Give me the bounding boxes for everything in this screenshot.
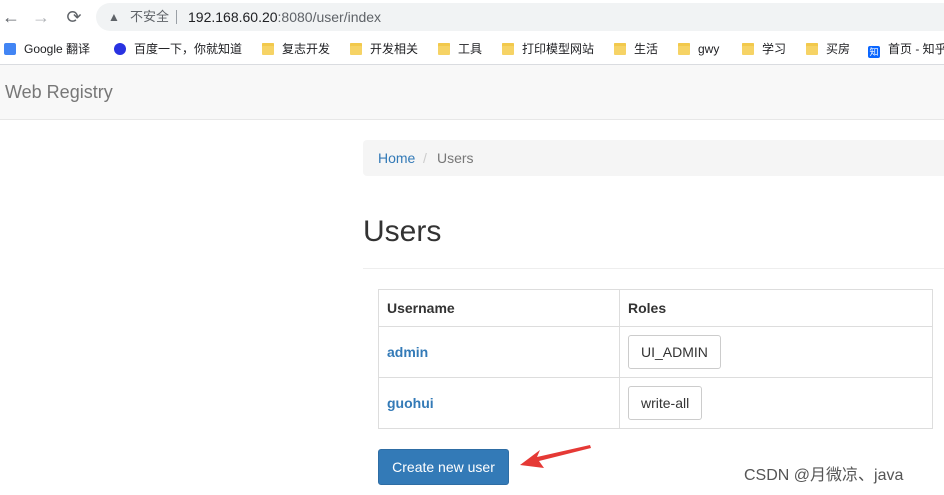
- folder-icon: [438, 43, 450, 55]
- google-translate-icon: [4, 43, 16, 55]
- bookmark-label: 打印模型网站: [522, 42, 595, 56]
- title-divider: [363, 268, 944, 269]
- bookmark-label: 学习: [762, 42, 787, 56]
- table-row: admin UI_ADMIN: [378, 326, 933, 378]
- bookmarks-bar: Google 翻译 百度一下，你就知道 复志开发 开发相关 工具 打印模型网站 …: [0, 34, 944, 65]
- back-icon[interactable]: ←: [0, 6, 22, 28]
- navbar-brand[interactable]: Web Registry: [5, 65, 113, 119]
- bookmark-folder-fuzhi[interactable]: 复志开发: [262, 40, 330, 58]
- folder-icon: [350, 43, 362, 55]
- bookmark-label: 开发相关: [370, 42, 419, 56]
- bookmark-folder-tools[interactable]: 工具: [438, 40, 482, 58]
- address-bar[interactable]: ▲ 不安全 192.168.60.20:8080/user/index: [96, 3, 944, 31]
- breadcrumb: Home / Users: [363, 140, 944, 176]
- bookmark-label: gwy: [698, 42, 720, 56]
- table-row: guohui write-all: [378, 377, 933, 429]
- bookmark-label: 复志开发: [282, 42, 331, 56]
- baidu-paw-icon: [114, 43, 126, 55]
- bookmark-label: 百度一下，你就知道: [134, 42, 243, 56]
- roles-cell: UI_ADMIN: [619, 326, 933, 378]
- create-new-user-button[interactable]: Create new user: [378, 449, 509, 485]
- breadcrumb-home-link[interactable]: Home: [378, 140, 415, 176]
- user-link-guohui[interactable]: guohui: [387, 395, 434, 411]
- table-header-row: Username Roles: [378, 289, 933, 327]
- not-secure-warning-icon[interactable]: ▲: [108, 3, 120, 31]
- folder-icon: [262, 43, 274, 55]
- folder-icon: [806, 43, 818, 55]
- role-button-write-all[interactable]: write-all: [628, 386, 703, 420]
- username-cell: admin: [378, 326, 620, 378]
- browser-toolbar: ← → ⟳ ▲ 不安全 192.168.60.20:8080/user/inde…: [0, 0, 944, 34]
- role-button-ui-admin[interactable]: UI_ADMIN: [628, 335, 721, 369]
- bookmark-folder-life[interactable]: 生活: [614, 40, 658, 58]
- bookmark-label: 首页 - 知乎: [888, 42, 944, 56]
- username-cell: guohui: [378, 377, 620, 429]
- reload-icon[interactable]: ⟳: [63, 6, 85, 28]
- bookmark-folder-gwy[interactable]: gwy: [678, 40, 719, 58]
- url-host: 192.168.60.20: [188, 9, 278, 25]
- bookmark-folder-dev[interactable]: 开发相关: [350, 40, 418, 58]
- roles-cell: write-all: [619, 377, 933, 429]
- users-table: Username Roles admin UI_ADMIN guohui wri…: [378, 289, 933, 429]
- bookmark-baidu[interactable]: 百度一下，你就知道: [114, 40, 242, 58]
- bookmark-google-translate[interactable]: Google 翻译: [4, 40, 90, 58]
- url-path: :8080/user/index: [277, 9, 382, 25]
- folder-icon: [502, 43, 514, 55]
- bookmark-folder-print-models[interactable]: 打印模型网站: [502, 40, 594, 58]
- column-header-username: Username: [378, 289, 620, 327]
- bookmark-folder-house[interactable]: 买房: [806, 40, 850, 58]
- folder-icon: [614, 43, 626, 55]
- bookmark-label: Google 翻译: [24, 42, 91, 56]
- breadcrumb-current: Users: [437, 150, 474, 166]
- bookmark-label: 工具: [458, 42, 483, 56]
- url-text[interactable]: 192.168.60.20:8080/user/index: [188, 3, 381, 31]
- red-arrow-annotation-icon: [520, 445, 591, 468]
- bookmark-zhihu[interactable]: 知首页 - 知乎: [868, 40, 944, 58]
- breadcrumb-separator: /: [423, 150, 427, 166]
- app-navbar: Web Registry: [0, 65, 944, 120]
- not-secure-label[interactable]: 不安全: [130, 3, 169, 31]
- address-separator: [176, 10, 177, 24]
- bookmark-label: 买房: [826, 42, 851, 56]
- folder-icon: [678, 43, 690, 55]
- bookmark-label: 生活: [634, 42, 659, 56]
- bookmark-folder-study[interactable]: 学习: [742, 40, 786, 58]
- folder-icon: [742, 43, 754, 55]
- forward-icon[interactable]: →: [30, 6, 52, 28]
- csdn-watermark: CSDN @月微凉、java: [744, 467, 904, 484]
- column-header-roles: Roles: [619, 289, 933, 327]
- zhihu-icon: 知: [868, 46, 880, 58]
- user-link-admin[interactable]: admin: [387, 344, 428, 360]
- page-title: Users: [363, 215, 442, 248]
